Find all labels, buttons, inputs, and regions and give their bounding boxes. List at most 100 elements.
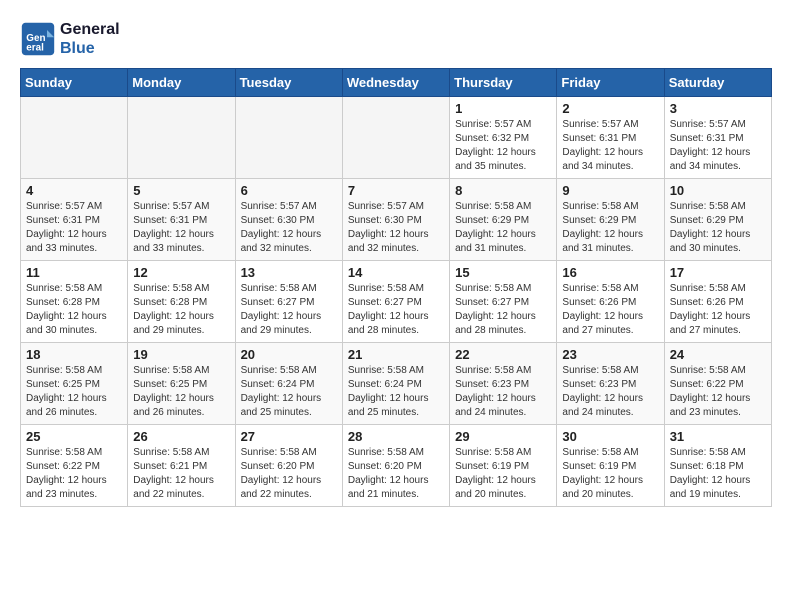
calendar-cell: 3Sunrise: 5:57 AM Sunset: 6:31 PM Daylig… [664,97,771,179]
day-info: Sunrise: 5:58 AM Sunset: 6:27 PM Dayligh… [348,282,444,338]
calendar-cell: 26Sunrise: 5:58 AM Sunset: 6:21 PM Dayli… [128,425,235,507]
day-number: 6 [241,183,337,198]
calendar-cell: 7 Sunrise: 5:57 AM Sunset: 6:30 PM Daylig… [342,179,449,261]
calendar-cell [21,97,128,179]
day-info: Sunrise: 5:58 AM Sunset: 6:25 PM Dayligh… [26,364,122,420]
logo: Gen eral General Blue [20,20,120,58]
svg-text:eral: eral [26,43,44,54]
calendar-cell: 29 Sunrise: 5:58 AM Sunset: 6:19 PM Dayli… [450,425,557,507]
day-number: 4 [26,183,122,198]
calendar-cell: 30 Sunrise: 5:58 AM Sunset: 6:19 PM Dayli… [557,425,664,507]
day-number: 27 [241,429,337,444]
day-number: 23 [562,347,658,362]
calendar-cell: 8 Sunrise: 5:58 AM Sunset: 6:29 PM Daylig… [450,179,557,261]
calendar-cell: 31 Sunrise: 5:58 AM Sunset: 6:18 PM Dayli… [664,425,771,507]
calendar-week-row: 1 Sunrise: 5:57 AM Sunset: 6:32 PM Daylig… [21,97,772,179]
day-number: 31 [670,429,766,444]
calendar-cell: 20 Sunrise: 5:58 AM Sunset: 6:24 PM Dayli… [235,343,342,425]
calendar-cell: 9Sunrise: 5:58 AM Sunset: 6:29 PM Daylig… [557,179,664,261]
day-info: Sunrise: 5:58 AM Sunset: 6:20 PM Dayligh… [241,446,337,502]
calendar-cell: 10Sunrise: 5:58 AM Sunset: 6:29 PM Dayli… [664,179,771,261]
header-wednesday: Wednesday [342,69,449,97]
day-info: Sunrise: 5:58 AM Sunset: 6:20 PM Dayligh… [348,446,444,502]
calendar-cell: 18 Sunrise: 5:58 AM Sunset: 6:25 PM Dayli… [21,343,128,425]
calendar-cell: 4 Sunrise: 5:57 AM Sunset: 6:31 PM Daylig… [21,179,128,261]
header-monday: Monday [128,69,235,97]
calendar-cell: 1 Sunrise: 5:57 AM Sunset: 6:32 PM Daylig… [450,97,557,179]
day-info: Sunrise: 5:57 AM Sunset: 6:31 PM Dayligh… [562,118,658,174]
calendar-cell: 15 Sunrise: 5:58 AM Sunset: 6:27 PM Dayli… [450,261,557,343]
day-number: 3 [670,101,766,116]
day-info: Sunrise: 5:57 AM Sunset: 6:32 PM Dayligh… [455,118,551,174]
day-number: 18 [26,347,122,362]
logo-icon: Gen eral [20,21,56,57]
day-number: 25 [26,429,122,444]
day-number: 16 [562,265,658,280]
day-number: 5 [133,183,229,198]
day-number: 1 [455,101,551,116]
day-number: 8 [455,183,551,198]
day-info: Sunrise: 5:57 AM Sunset: 6:30 PM Dayligh… [241,200,337,256]
day-info: Sunrise: 5:58 AM Sunset: 6:19 PM Dayligh… [562,446,658,502]
day-info: Sunrise: 5:58 AM Sunset: 6:18 PM Dayligh… [670,446,766,502]
calendar-cell: 11 Sunrise: 5:58 AM Sunset: 6:28 PM Dayli… [21,261,128,343]
day-number: 24 [670,347,766,362]
day-info: Sunrise: 5:57 AM Sunset: 6:31 PM Dayligh… [26,200,122,256]
calendar-cell: 17 Sunrise: 5:58 AM Sunset: 6:26 PM Dayli… [664,261,771,343]
day-number: 29 [455,429,551,444]
day-number: 22 [455,347,551,362]
calendar-week-row: 25Sunrise: 5:58 AM Sunset: 6:22 PM Dayli… [21,425,772,507]
calendar-cell: 25Sunrise: 5:58 AM Sunset: 6:22 PM Dayli… [21,425,128,507]
calendar-cell: 13 Sunrise: 5:58 AM Sunset: 6:27 PM Dayli… [235,261,342,343]
header-tuesday: Tuesday [235,69,342,97]
day-info: Sunrise: 5:58 AM Sunset: 6:22 PM Dayligh… [670,364,766,420]
day-info: Sunrise: 5:58 AM Sunset: 6:25 PM Dayligh… [133,364,229,420]
calendar-week-row: 11 Sunrise: 5:58 AM Sunset: 6:28 PM Dayli… [21,261,772,343]
day-number: 7 [348,183,444,198]
day-number: 13 [241,265,337,280]
day-number: 20 [241,347,337,362]
day-number: 28 [348,429,444,444]
header-saturday: Saturday [664,69,771,97]
day-info: Sunrise: 5:57 AM Sunset: 6:30 PM Dayligh… [348,200,444,256]
calendar-cell [235,97,342,179]
calendar-cell: 22Sunrise: 5:58 AM Sunset: 6:23 PM Dayli… [450,343,557,425]
day-number: 21 [348,347,444,362]
calendar-cell: 27 Sunrise: 5:58 AM Sunset: 6:20 PM Dayli… [235,425,342,507]
day-info: Sunrise: 5:58 AM Sunset: 6:28 PM Dayligh… [26,282,122,338]
day-info: Sunrise: 5:58 AM Sunset: 6:19 PM Dayligh… [455,446,551,502]
calendar-cell: 6 Sunrise: 5:57 AM Sunset: 6:30 PM Daylig… [235,179,342,261]
day-info: Sunrise: 5:58 AM Sunset: 6:28 PM Dayligh… [133,282,229,338]
calendar-cell: 16 Sunrise: 5:58 AM Sunset: 6:26 PM Dayli… [557,261,664,343]
calendar-cell [128,97,235,179]
calendar-cell: 24 Sunrise: 5:58 AM Sunset: 6:22 PM Dayli… [664,343,771,425]
calendar-cell: 5 Sunrise: 5:57 AM Sunset: 6:31 PM Daylig… [128,179,235,261]
day-info: Sunrise: 5:58 AM Sunset: 6:24 PM Dayligh… [241,364,337,420]
calendar-cell: 23Sunrise: 5:58 AM Sunset: 6:23 PM Dayli… [557,343,664,425]
calendar-cell [342,97,449,179]
day-number: 15 [455,265,551,280]
day-info: Sunrise: 5:58 AM Sunset: 6:29 PM Dayligh… [455,200,551,256]
calendar-cell: 2Sunrise: 5:57 AM Sunset: 6:31 PM Daylig… [557,97,664,179]
calendar-cell: 19Sunrise: 5:58 AM Sunset: 6:25 PM Dayli… [128,343,235,425]
day-info: Sunrise: 5:57 AM Sunset: 6:31 PM Dayligh… [133,200,229,256]
day-info: Sunrise: 5:58 AM Sunset: 6:26 PM Dayligh… [670,282,766,338]
page-header: Gen eral General Blue [20,20,772,58]
logo-text: General Blue [60,20,120,58]
calendar-header-row: SundayMondayTuesdayWednesdayThursdayFrid… [21,69,772,97]
day-number: 14 [348,265,444,280]
day-number: 9 [562,183,658,198]
day-info: Sunrise: 5:58 AM Sunset: 6:27 PM Dayligh… [455,282,551,338]
day-info: Sunrise: 5:58 AM Sunset: 6:29 PM Dayligh… [670,200,766,256]
day-info: Sunrise: 5:58 AM Sunset: 6:26 PM Dayligh… [562,282,658,338]
calendar-cell: 14 Sunrise: 5:58 AM Sunset: 6:27 PM Dayli… [342,261,449,343]
day-info: Sunrise: 5:58 AM Sunset: 6:27 PM Dayligh… [241,282,337,338]
header-sunday: Sunday [21,69,128,97]
calendar-cell: 21Sunrise: 5:58 AM Sunset: 6:24 PM Dayli… [342,343,449,425]
day-number: 17 [670,265,766,280]
calendar-week-row: 4 Sunrise: 5:57 AM Sunset: 6:31 PM Daylig… [21,179,772,261]
calendar-cell: 28 Sunrise: 5:58 AM Sunset: 6:20 PM Dayli… [342,425,449,507]
day-number: 30 [562,429,658,444]
header-friday: Friday [557,69,664,97]
day-number: 11 [26,265,122,280]
